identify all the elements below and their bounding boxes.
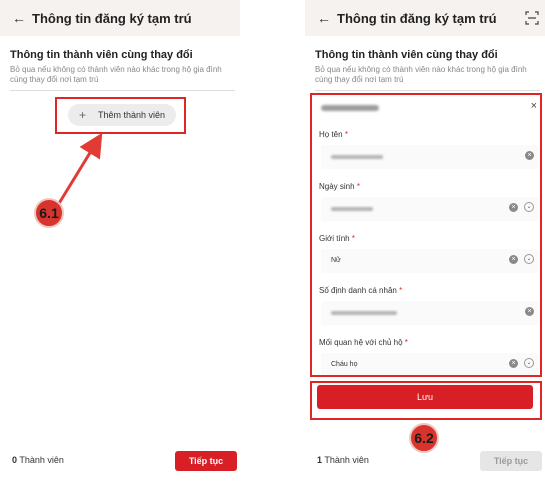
section-title: Thông tin thành viên cùng thay đổi <box>315 49 498 61</box>
step-badge-6-2: 6.2 <box>409 423 439 453</box>
highlight-member-form <box>310 93 542 377</box>
scan-icon[interactable] <box>525 11 539 25</box>
section-description: Bỏ qua nếu không có thành viên nào khác … <box>315 65 527 84</box>
divider <box>315 90 540 91</box>
step-badge-6-1: 6.1 <box>34 198 64 228</box>
continue-button[interactable]: Tiếp tục <box>480 451 542 471</box>
highlight-save-button <box>310 381 542 420</box>
app-header: ← Thông tin đăng ký tạm trú <box>305 0 545 36</box>
page-title: Thông tin đăng ký tạm trú <box>337 10 497 26</box>
back-arrow-icon[interactable]: ← <box>317 10 335 26</box>
member-count: 1 Thành viên <box>317 455 369 465</box>
